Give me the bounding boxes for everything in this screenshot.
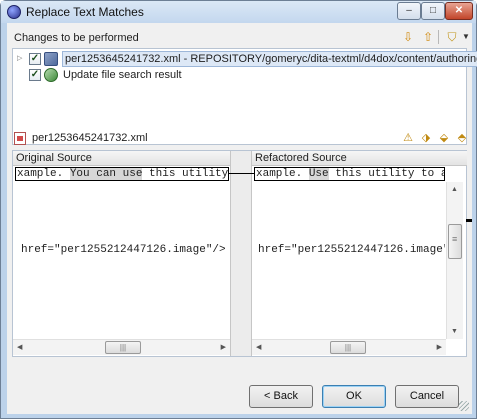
scroll-right-icon[interactable]: ▶ [221,343,226,351]
filter-icon[interactable]: ⛉ [445,30,459,44]
file-name: per1253645241732.xml [32,132,148,144]
menu-caret-icon[interactable]: ▼ [459,30,473,44]
down-arrow-icon[interactable]: ⇩ [401,30,415,44]
original-line-2[interactable]: href="per1255212447126.image"/> [21,244,229,257]
original-horizontal-scrollbar[interactable]: ◀ ||| ▶ [13,339,230,355]
file-compare-toolbar: per1253645241732.xml ⚠ ⬗ ⬙ ⬘ [7,127,472,149]
refactored-source-header: Refactored Source [252,151,467,166]
refactored-line-1[interactable]: xample. Use this utility to att [254,167,445,181]
checkbox-file-change[interactable]: ✓ [29,53,41,65]
ok-button[interactable]: OK [322,385,386,408]
compare-divider[interactable] [230,151,252,356]
search-update-icon [44,68,58,82]
changed-text-highlight: Use [308,168,329,180]
window-title: Replace Text Matches [26,5,144,19]
vertical-scroll-thumb[interactable] [448,224,462,259]
dialog-window: Replace Text Matches – □ ✕ Changes to be… [0,0,477,419]
changes-label: Changes to be performed [14,32,139,44]
code-text: xample. [17,168,70,180]
code-text: this utility to att [335,168,444,180]
change-connector-line [229,173,255,174]
horizontal-scroll-thumb[interactable]: ||| [105,341,141,354]
previous-change-icon[interactable]: ⬗ [419,131,433,145]
cancel-button[interactable]: Cancel [395,385,459,408]
code-text: xample. [256,168,309,180]
scroll-left-icon[interactable]: ◀ [256,343,261,351]
original-line-1[interactable]: xample. You can use this utility to [15,167,229,181]
refactored-horizontal-scrollbar[interactable]: ◀ ||| ▶ [252,339,446,355]
next-change-icon[interactable]: ⚠ [401,131,415,145]
compare-viewer: Original Source Refactored Source xample… [12,150,472,357]
code-text: this utility to [149,168,229,180]
horizontal-scroll-thumb[interactable]: ||| [330,341,366,354]
xml-file-icon [14,132,26,145]
changed-text-highlight: You can use [69,168,143,180]
change-overview-marker[interactable] [466,219,472,222]
up-arrow-icon[interactable]: ⇧ [421,30,435,44]
scroll-up-icon[interactable]: ▲ [451,186,458,193]
dialog-content: Changes to be performed ⇩ ⇧ ⛉ ▼ ▷ ✓ per1… [7,23,477,414]
eclipse-app-icon [7,5,21,19]
tree-item-label: per1253645241732.xml - REPOSITORY/gomery… [62,51,477,67]
title-bar[interactable]: Replace Text Matches – □ ✕ [1,1,476,23]
refactored-line-2[interactable]: href="per1255212447126.image"/: [258,244,445,257]
back-button[interactable]: < Back [249,385,313,408]
next-difference-icon[interactable]: ⬙ [437,131,451,145]
maximize-button[interactable]: □ [421,2,445,20]
expand-icon[interactable]: ▷ [17,54,22,62]
composite-change-icon [44,52,58,66]
tree-item-label: Update file search result [63,69,182,81]
vertical-scrollbar[interactable]: ▲ ▼ [446,182,463,339]
minimize-button[interactable]: – [397,2,421,20]
toolbar-separator [438,30,439,44]
resize-grip[interactable] [459,401,469,411]
close-button[interactable]: ✕ [445,2,473,20]
original-source-header: Original Source [13,151,230,166]
scroll-right-icon[interactable]: ▶ [437,343,442,351]
checkbox-search-update[interactable]: ✓ [29,69,41,81]
scroll-down-icon[interactable]: ▼ [451,328,458,335]
previous-difference-icon[interactable]: ⬘ [455,131,469,145]
scroll-left-icon[interactable]: ◀ [17,343,22,351]
